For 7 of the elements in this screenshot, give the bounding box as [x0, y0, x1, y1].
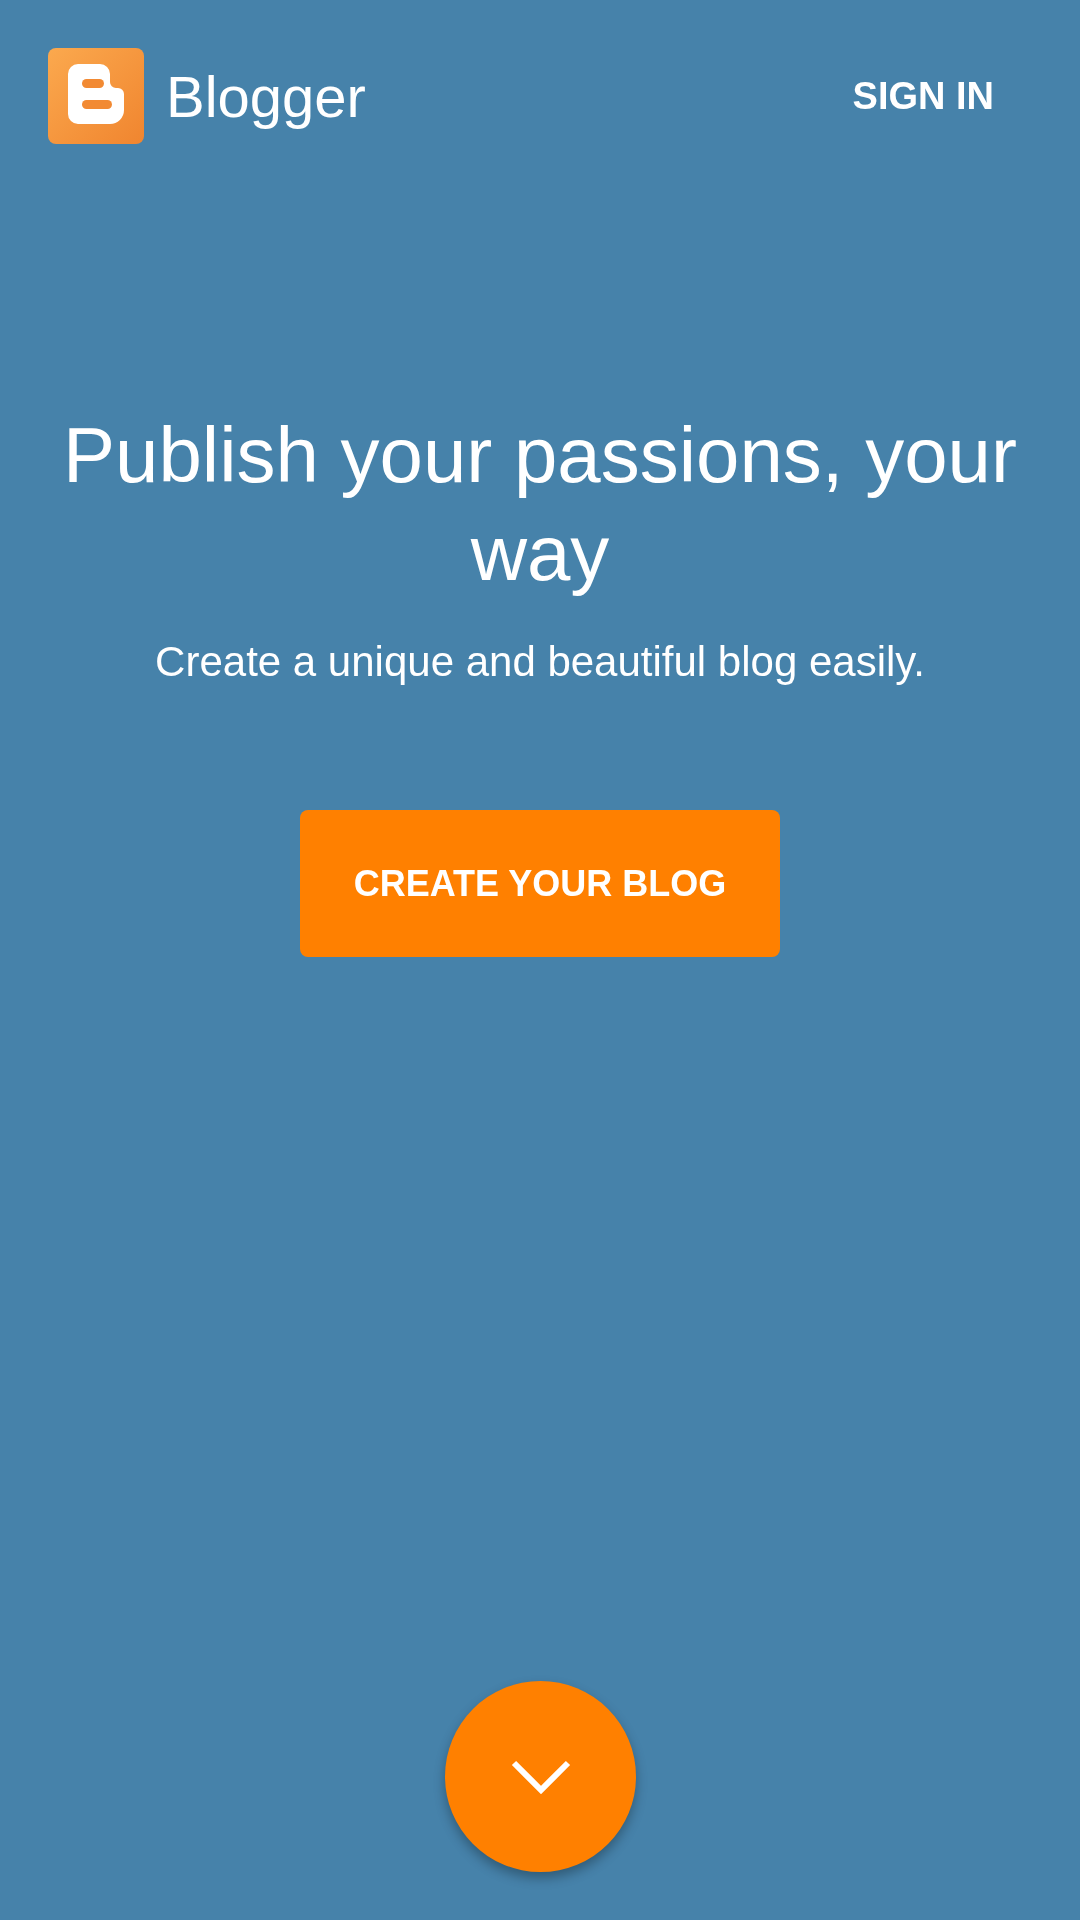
brand-name: Blogger	[166, 62, 366, 130]
chevron-down-icon	[510, 1759, 571, 1794]
headline: Publish your passions, your way	[62, 410, 1018, 599]
create-blog-button[interactable]: CREATE YOUR BLOG	[300, 810, 780, 957]
sign-in-link[interactable]: SIGN IN	[852, 74, 994, 118]
logo-icon	[48, 48, 144, 144]
subtitle: Create a unique and beautiful blog easily.	[155, 638, 925, 686]
